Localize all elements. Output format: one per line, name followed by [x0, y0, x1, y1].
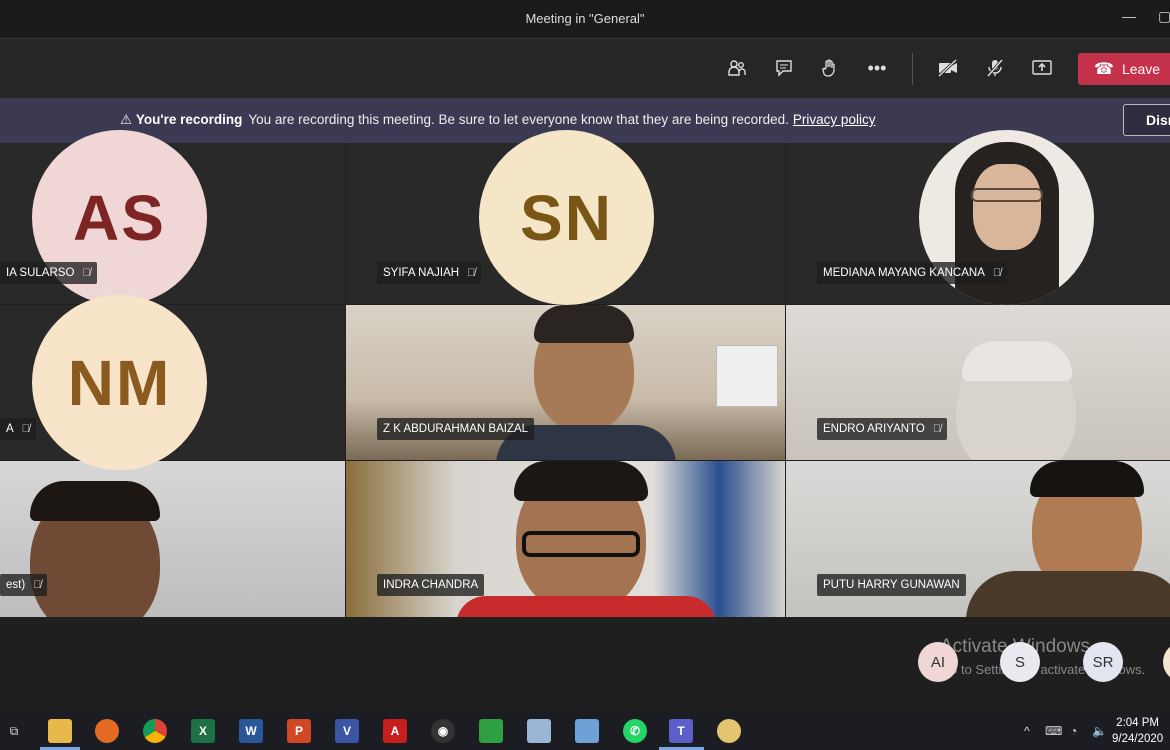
participant-name-tag: Z K ABDURAHMAN BAIZAL: [377, 418, 535, 440]
banner-message: You are recording this meeting. Be sure …: [248, 112, 789, 127]
keyboard-icon[interactable]: ⌨: [1045, 724, 1062, 738]
mic-off-icon: 🎙̸: [467, 267, 476, 279]
minimize-button[interactable]: —: [1122, 8, 1136, 24]
person-hair: [962, 341, 1072, 381]
camera-off-icon[interactable]: [935, 55, 961, 81]
overflow-avatar[interactable]: SR: [1083, 642, 1123, 682]
banner-title: You're recording: [135, 112, 243, 127]
participant-video-tile[interactable]: [0, 461, 345, 617]
word-icon[interactable]: W: [239, 719, 263, 743]
visio-icon[interactable]: V: [335, 719, 359, 743]
app-green-icon[interactable]: [479, 719, 503, 743]
raise-hand-icon[interactable]: [817, 55, 843, 81]
privacy-policy-link[interactable]: Privacy policy: [793, 112, 876, 127]
participant-name-tag: A 🎙̸: [0, 418, 36, 440]
participant-name: MEDIANA MAYANG KANCANA: [823, 267, 985, 279]
overflow-avatar[interactable]: AI: [918, 642, 958, 682]
participant-name: IA SULARSO: [6, 267, 75, 279]
volume-icon[interactable]: 🔈: [1092, 724, 1107, 738]
participant-name: est): [6, 579, 26, 591]
meeting-toolbar: ••• ☎ Leave: [0, 38, 1170, 99]
system-clock[interactable]: 2:04 PM 9/24/2020: [1112, 715, 1163, 747]
person-body: [966, 571, 1170, 617]
participant-name-tag: INDRA CHANDRA: [377, 574, 485, 596]
mic-off-icon: 🎙̸: [82, 267, 91, 279]
participant-name-tag: MEDIANA MAYANG KANCANA 🎙̸: [817, 262, 1008, 284]
avatar-initials: SN: [520, 181, 613, 254]
title-bar: Meeting in "General" — ▢: [0, 0, 1170, 38]
toolbar-separator: [912, 53, 913, 85]
avatar: SN: [479, 130, 654, 305]
participants-icon[interactable]: [724, 55, 750, 81]
mic-off-icon: 🎙̸: [21, 423, 30, 435]
participant-name: Z K ABDURAHMAN BAIZAL: [383, 423, 529, 435]
phone-hangup-icon: ☎: [1094, 61, 1114, 78]
clock-time: 2:04 PM: [1116, 717, 1159, 729]
paint-icon[interactable]: [527, 719, 551, 743]
chrome-icon[interactable]: [143, 719, 167, 743]
file-explorer-icon[interactable]: [48, 719, 72, 743]
person-face: [973, 164, 1041, 250]
participant-name-tag: SYIFA NAJIAH 🎙̸: [377, 262, 482, 284]
participant-name-tag: PUTU HARRY GUNAWAN: [817, 574, 966, 596]
wall-poster: [716, 345, 778, 407]
participant-name-tag: IA SULARSO 🎙̸: [0, 262, 97, 284]
clock-date: 9/24/2020: [1112, 733, 1164, 745]
leave-button[interactable]: ☎ Leave: [1078, 53, 1170, 85]
teams-icon[interactable]: T: [669, 719, 693, 743]
glasses: [971, 188, 1043, 202]
share-icon[interactable]: [1029, 55, 1055, 81]
person-hair: [514, 461, 648, 501]
participant-name-tag: est) 🎙̸: [0, 574, 48, 596]
whatsapp-icon[interactable]: ✆: [623, 719, 647, 743]
participant-name: SYIFA NAJIAH: [383, 267, 460, 279]
window-title: Meeting in "General": [525, 11, 645, 26]
excel-icon[interactable]: X: [191, 719, 215, 743]
paint-palette-icon[interactable]: [717, 719, 741, 743]
more-icon[interactable]: •••: [864, 55, 890, 81]
acrobat-icon[interactable]: A: [383, 719, 407, 743]
firefox-icon[interactable]: [95, 719, 119, 743]
overflow-avatar[interactable]: S: [1000, 642, 1040, 682]
avatar-initials: SR: [1092, 653, 1114, 671]
avatar: NM: [32, 295, 207, 470]
powerpoint-icon[interactable]: P: [287, 719, 311, 743]
maximize-button[interactable]: ▢: [1158, 8, 1170, 25]
mic-off-icon: 🎙̸: [932, 423, 942, 435]
mic-off-icon[interactable]: [982, 55, 1008, 81]
participant-name: ENDRO ARIYANTO: [823, 423, 925, 435]
avatar-initials: NM: [67, 346, 172, 419]
person-hair: [1030, 461, 1144, 497]
avatar-initials: AI: [930, 653, 946, 671]
overflow-avatar[interactable]: [1163, 642, 1170, 682]
warning-icon: ⚠: [120, 112, 136, 127]
person-body: [456, 596, 716, 617]
participant-name: INDRA CHANDRA: [383, 579, 479, 591]
wifi-icon[interactable]: ◔: [1070, 724, 1077, 738]
avatar-initials: S: [1014, 653, 1025, 671]
avatar-initials: AS: [73, 181, 166, 254]
participant-name-tag: ENDRO ARIYANTO 🎙̸: [817, 418, 948, 440]
mic-off-icon: 🎙̸: [992, 267, 1002, 279]
mic-off-icon: 🎙̸: [33, 579, 42, 591]
notepad-icon[interactable]: [575, 719, 599, 743]
dismiss-label: Dism: [1146, 112, 1170, 128]
leave-label: Leave: [1121, 61, 1161, 77]
participant-name: PUTU HARRY GUNAWAN: [823, 579, 960, 591]
dismiss-button[interactable]: Dism: [1123, 104, 1170, 136]
participant-name: A: [6, 423, 14, 435]
task-view-icon[interactable]: ⧉: [2, 719, 26, 743]
chat-icon[interactable]: [771, 55, 797, 81]
obs-icon[interactable]: ◉: [431, 719, 455, 743]
person-hair: [534, 305, 634, 343]
show-hidden-icons[interactable]: ^: [1024, 724, 1030, 738]
taskbar: ⧉ X W P V A ◉ ✆ T ^ ⌨ ◔ 🔈 2:04 PM 9/24/2…: [0, 712, 1170, 750]
person-hair: [30, 481, 160, 521]
glasses: [522, 531, 640, 557]
